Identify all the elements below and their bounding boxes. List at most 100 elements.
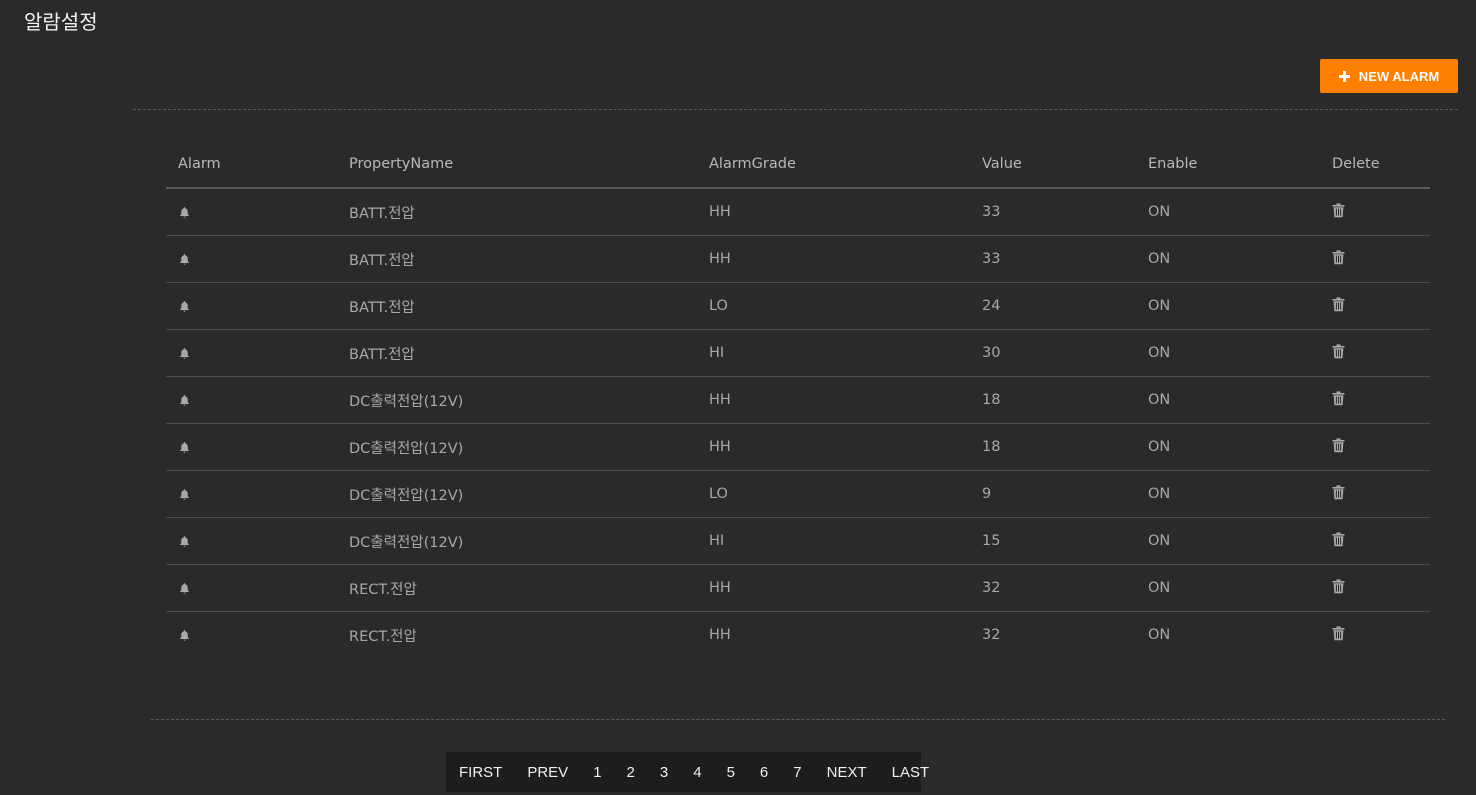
trash-icon[interactable] [1332, 296, 1345, 312]
pagination-page-1[interactable]: 1 [593, 764, 601, 781]
delete-cell [1320, 329, 1430, 377]
value-cell: 32 [982, 627, 1001, 643]
trash-icon[interactable] [1332, 249, 1345, 265]
trash-icon[interactable] [1332, 531, 1345, 547]
header-delete: Delete [1320, 141, 1430, 189]
bell-icon [178, 535, 337, 548]
trash-icon[interactable] [1332, 437, 1345, 453]
delete-cell [1320, 517, 1430, 565]
property-name-cell: DC출력전압(12V) [337, 470, 697, 518]
table-row[interactable]: BATT.전압 HH 33 ON [166, 188, 1430, 236]
value-cell: 15 [970, 517, 1136, 565]
alarm-cell [166, 329, 337, 377]
value-cell: 18 [970, 376, 1136, 424]
table-row[interactable]: DC출력전압(12V) HH 18 ON [166, 376, 1430, 424]
property-name-cell: BATT.전압 [337, 188, 697, 236]
pagination-page-6[interactable]: 6 [760, 764, 768, 781]
property-name-cell: DC출력전압(12V) [337, 517, 697, 565]
delete-cell [1320, 376, 1430, 424]
value-cell: 18 [970, 423, 1136, 471]
delete-cell [1320, 235, 1430, 283]
table-row[interactable]: DC출력전압(12V) HH 18 ON [166, 423, 1430, 471]
alarm-cell [166, 235, 337, 283]
alarm-cell [166, 188, 337, 236]
alarm-cell [166, 564, 337, 612]
enable-cell: ON [1136, 188, 1320, 236]
enable-cell: ON [1136, 282, 1320, 330]
trash-icon[interactable] [1332, 484, 1345, 500]
pagination-page-5[interactable]: 5 [727, 764, 735, 781]
table-row[interactable]: RECT.전압 HH 32 ON [166, 612, 1430, 659]
plus-icon [1338, 70, 1350, 82]
enable-cell: ON [1136, 517, 1320, 565]
table-row[interactable]: BATT.전압 HI 30 ON [166, 329, 1430, 377]
trash-icon[interactable] [1332, 625, 1345, 641]
property-name-cell: DC출력전압(12V) [337, 376, 697, 424]
pagination-last[interactable]: LAST [892, 764, 930, 781]
bell-icon [178, 300, 337, 313]
bell-icon [178, 206, 337, 219]
delete-cell [1320, 423, 1430, 471]
trash-icon[interactable] [1332, 578, 1345, 594]
bell-icon [178, 488, 337, 501]
alarm-cell [166, 517, 337, 565]
table-row[interactable]: DC출력전압(12V) HI 15 ON [166, 517, 1430, 565]
pagination-page-2[interactable]: 2 [627, 764, 635, 781]
bell-icon [178, 253, 337, 266]
new-alarm-label: NEW ALARM [1358, 68, 1440, 84]
table-row[interactable]: BATT.전압 HH 33 ON [166, 235, 1430, 283]
delete-cell [1320, 188, 1430, 236]
header-alarm: Alarm [166, 141, 337, 189]
table-row[interactable]: DC출력전압(12V) LO 9 ON [166, 470, 1430, 518]
alarm-cell [166, 282, 337, 330]
value-cell: 24 [970, 282, 1136, 330]
top-divider [133, 109, 1458, 110]
alarm-grade-cell: LO [697, 282, 970, 330]
delete-cell [1320, 282, 1430, 330]
enable-cell: ON [1136, 423, 1320, 471]
pagination-page-7[interactable]: 7 [793, 764, 801, 781]
alarm-cell [166, 470, 337, 518]
enable-cell: ON [1136, 235, 1320, 283]
alarm-grade-cell: HH [697, 235, 970, 283]
alarm-settings-page: 알람설정 NEW ALARM Alarm PropertyName AlarmG… [0, 0, 1476, 795]
bell-icon [178, 347, 337, 360]
enable-cell: ON [1136, 329, 1320, 377]
value-cell: 33 [970, 188, 1136, 236]
delete-cell [1320, 612, 1430, 659]
property-name-cell: RECT.전압 [349, 628, 417, 645]
pagination-prev[interactable]: PREV [527, 764, 568, 781]
property-name-cell: BATT.전압 [337, 282, 697, 330]
bell-icon [178, 394, 337, 407]
trash-icon[interactable] [1332, 390, 1345, 406]
value-cell: 33 [970, 235, 1136, 283]
alarm-cell [166, 376, 337, 424]
bell-icon [178, 629, 337, 642]
new-alarm-button[interactable]: NEW ALARM [1320, 59, 1458, 93]
page-title: 알람설정 [24, 10, 98, 34]
trash-icon[interactable] [1332, 343, 1345, 359]
alarm-grade-cell: HI [697, 517, 970, 565]
pagination-page-4[interactable]: 4 [693, 764, 701, 781]
property-name-cell: BATT.전압 [337, 235, 697, 283]
alarm-grade-cell: HH [697, 564, 970, 612]
alarm-grade-cell: HH [697, 423, 970, 471]
table-row[interactable]: BATT.전압 LO 24 ON [166, 282, 1430, 330]
pagination-page-3[interactable]: 3 [660, 764, 668, 781]
alarm-grade-cell: LO [697, 470, 970, 518]
value-cell: 9 [970, 470, 1136, 518]
alarm-grade-cell: HI [697, 329, 970, 377]
enable-cell: ON [1148, 627, 1171, 643]
alarm-grade-cell: HH [709, 627, 731, 643]
table-row[interactable]: RECT.전압 HH 32 ON [166, 564, 1430, 612]
trash-icon[interactable] [1332, 202, 1345, 218]
delete-cell [1320, 470, 1430, 518]
alarm-grade-cell: HH [697, 188, 970, 236]
bell-icon [178, 582, 337, 595]
pagination-first[interactable]: FIRST [459, 764, 502, 781]
header-value: Value [970, 141, 1136, 189]
enable-cell: ON [1136, 470, 1320, 518]
pagination-next[interactable]: NEXT [827, 764, 867, 781]
alarm-rows: BATT.전압 HH 33 ON BATT.전압 HH 33 ON BATT.전압 LO 24 ON B… [166, 188, 1430, 658]
bottom-divider [151, 719, 1445, 720]
